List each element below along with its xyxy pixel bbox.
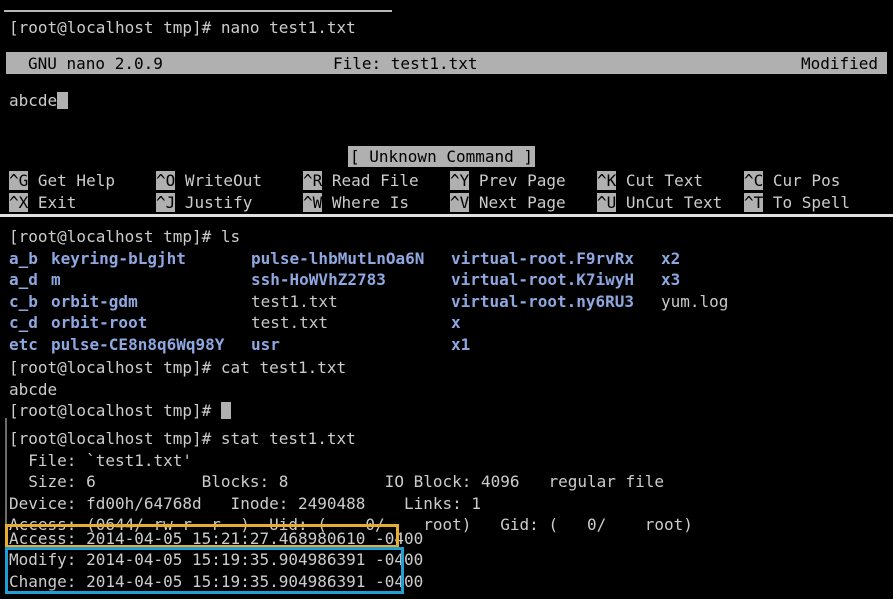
ls-entry[interactable]: virtual-root.K7iwyH — [451, 269, 661, 291]
shortcut-label: Cur Pos — [763, 171, 841, 190]
ls-output-row-1: a_b keyring-bLgjht pulse-lhbMutLnOa6N virtu… — [9, 248, 680, 270]
shortcut-key: ^W — [303, 192, 323, 212]
ls-entry[interactable]: usr — [251, 334, 451, 356]
shortcut-label: Read File — [322, 171, 419, 190]
nano-filename-label: File: test1.txt — [333, 54, 478, 73]
ls-entry[interactable]: c_d — [9, 312, 51, 334]
shortcut-key: ^J — [156, 192, 176, 212]
shortcut-get-help[interactable]: ^G Get Help — [9, 170, 115, 192]
nano-launch-command: [root@localhost tmp]# nano test1.txt — [9, 18, 356, 37]
shortcut-label: Prev Page — [469, 171, 566, 190]
shortcut-label: Justify — [175, 192, 253, 212]
shortcut-writeout[interactable]: ^O WriteOut — [156, 170, 262, 192]
ls-entry[interactable]: pulse-lhbMutLnOa6N — [251, 248, 451, 270]
ls-output-row-4: c_d orbit-root test.txt x — [9, 312, 661, 334]
stat-command-line: [root@localhost tmp]# stat test1.txt — [9, 429, 356, 448]
cat-command-line: [root@localhost tmp]# cat test1.txt — [9, 358, 347, 377]
stat-access-timestamp: Access: 2014-04-05 15:21:27.468980610 — [9, 528, 366, 548]
shortcut-to-spell[interactable]: ^T To Spell — [744, 192, 850, 214]
cat-output-line: abcde — [9, 379, 58, 399]
shortcut-uncut-text[interactable]: ^U UnCut Text — [597, 192, 722, 214]
ls-entry[interactable]: orbit-gdm — [51, 291, 251, 313]
ls-entry[interactable]: virtual-root.ny6RU3 — [451, 291, 661, 313]
prompt-text: [root@localhost tmp]# — [9, 401, 221, 420]
shortcut-label: Next Page — [469, 192, 566, 212]
shortcut-prev-page[interactable]: ^Y Prev Page — [450, 170, 566, 192]
ls-entry[interactable]: x3 — [661, 270, 680, 289]
stat-modify-timestamp: Modify: 2014-04-05 15:19:35.904986391 — [9, 550, 366, 569]
ls-entry[interactable]: x — [451, 312, 661, 334]
ls-output-row-3: c_b orbit-gdm test1.txt virtual-root.ny6RU3… — [9, 291, 728, 313]
stat-device-line: Device: fd00h/64768d Inode: 2490488 Link… — [9, 493, 482, 513]
shortcut-key: ^U — [597, 192, 617, 212]
shortcut-key: ^V — [450, 192, 470, 212]
ls-entry[interactable]: x1 — [451, 334, 661, 356]
shortcut-key: ^G — [9, 171, 29, 190]
stat-change-time-line: Change: 2014-04-05 15:19:35.904986391 -0… — [9, 571, 423, 593]
ls-entry[interactable]: a_d — [9, 269, 51, 291]
stat-modify-time-line: Modify: 2014-04-05 15:19:35.904986391 -0… — [9, 549, 423, 571]
ls-entry[interactable]: c_b — [9, 291, 51, 313]
shortcut-key: ^C — [744, 171, 764, 190]
stat-change-timestamp: Change: 2014-04-05 15:19:35.904986391 — [9, 571, 366, 591]
ls-entry[interactable]: x2 — [661, 249, 680, 268]
left-edge-line — [5, 418, 7, 528]
shortcut-key: ^R — [303, 171, 323, 190]
ls-entry[interactable]: test1.txt — [251, 291, 451, 313]
top-rule-divider — [4, 10, 392, 12]
stat-access-timezone: -0400 — [365, 528, 424, 548]
nano-buffer-text: abcde — [9, 91, 58, 110]
nano-modified-status: Modified — [800, 54, 878, 73]
shortcut-key: ^X — [9, 192, 29, 212]
stat-file-line: File: `test1.txt' — [9, 450, 193, 470]
pane-divider — [0, 214, 893, 217]
ls-entry[interactable]: a_b — [9, 248, 51, 270]
shortcut-label: Where Is — [322, 192, 409, 212]
shell-cursor — [220, 402, 232, 419]
shortcut-exit[interactable]: ^X Exit — [9, 192, 76, 214]
text-cursor — [57, 92, 68, 109]
stat-size-line: Size: 6 Blocks: 8 IO Block: 4096 regular… — [9, 472, 665, 491]
stat-modify-timezone: -0400 — [365, 550, 424, 569]
shortcut-justify[interactable]: ^J Justify — [156, 192, 252, 214]
ls-command-line: [root@localhost tmp]# ls — [9, 227, 241, 246]
ls-entry[interactable]: orbit-root — [51, 312, 251, 334]
shortcut-cut-text[interactable]: ^K Cut Text — [597, 170, 703, 192]
terminal-screen[interactable]: [root@localhost tmp]# nano test1.txt GNU… — [0, 0, 893, 599]
ls-entry[interactable]: yum.log — [661, 292, 728, 311]
ls-entry[interactable]: pulse-CE8n8q6Wq98Y — [51, 334, 251, 356]
shortcut-label: To Spell — [763, 192, 850, 212]
shortcut-label: Get Help — [28, 171, 115, 190]
nano-edit-buffer[interactable]: abcde — [9, 90, 68, 112]
shortcut-next-page[interactable]: ^V Next Page — [450, 192, 566, 214]
shortcut-read-file[interactable]: ^R Read File — [303, 170, 419, 192]
stat-change-timezone: -0400 — [365, 571, 424, 591]
idle-prompt-line: [root@localhost tmp]# — [9, 400, 232, 422]
ls-output-row-5: etc pulse-CE8n8q6Wq98Y usr x1 — [9, 334, 661, 356]
shortcut-label: Cut Text — [616, 171, 703, 190]
shortcut-label: UnCut Text — [616, 192, 723, 212]
nano-title-bar: GNU nano 2.0.9 File: test1.txt Modified — [0, 52, 887, 74]
ls-entry[interactable]: virtual-root.F9rvRx — [451, 248, 661, 270]
shortcut-key: ^O — [156, 171, 176, 190]
ls-entry[interactable]: keyring-bLgjht — [51, 248, 251, 270]
shortcut-cur-pos[interactable]: ^C Cur Pos — [744, 170, 840, 192]
shortcut-where-is[interactable]: ^W Where Is — [303, 192, 409, 214]
ls-output-row-2: a_d m ssh-HoWVhZ2783 virtual-root.K7iwyH x3 — [9, 269, 680, 291]
shortcut-key: ^Y — [450, 171, 470, 190]
ls-entry[interactable]: test.txt — [251, 312, 451, 334]
ls-entry[interactable]: etc — [9, 334, 51, 356]
ls-entry[interactable]: m — [51, 269, 251, 291]
nano-version-label: GNU nano 2.0.9 — [28, 54, 163, 73]
stat-access-time-line: Access: 2014-04-05 15:21:27.468980610 -0… — [9, 528, 423, 550]
shortcut-label: Exit — [28, 192, 77, 212]
nano-status-message: [ Unknown Command ] — [348, 146, 536, 167]
ls-entry[interactable]: ssh-HoWVhZ2783 — [251, 269, 451, 291]
shortcut-label: WriteOut — [175, 171, 262, 190]
shortcut-key: ^T — [744, 192, 764, 212]
shortcut-key: ^K — [597, 171, 617, 190]
